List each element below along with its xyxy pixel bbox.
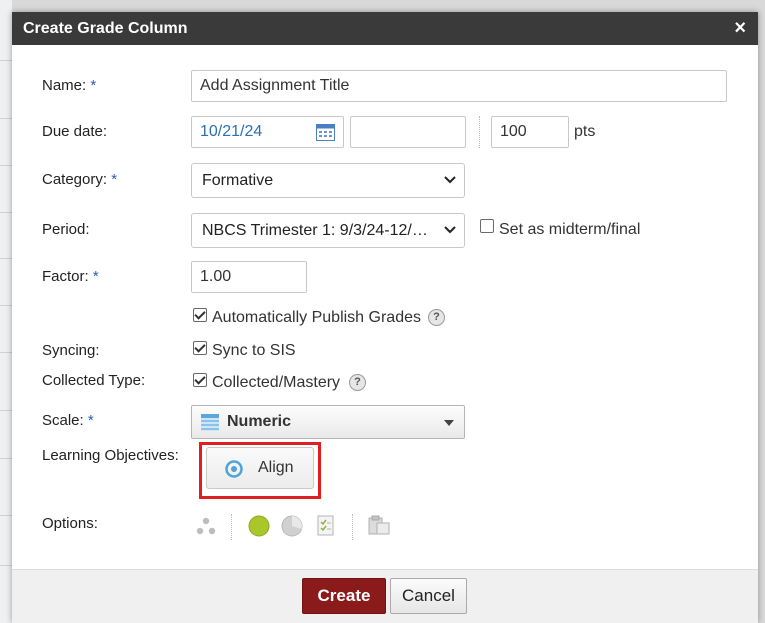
chevron-down-icon xyxy=(444,226,456,234)
create-button[interactable]: Create xyxy=(302,578,386,614)
category-select[interactable]: Formative xyxy=(191,163,465,198)
collected-type-label: Collected Type: xyxy=(42,372,146,389)
midterm-label: Set as midterm/final xyxy=(499,221,641,238)
sync-to-sis-checkbox[interactable] xyxy=(193,341,207,355)
syncing-label: Syncing: xyxy=(42,342,100,359)
create-grade-column-dialog: Create Grade Column × Name: * Add Assign… xyxy=(12,12,758,623)
numeric-scale-icon xyxy=(201,414,219,431)
category-label: Category: * xyxy=(42,171,118,188)
calendar-icon[interactable] xyxy=(316,124,335,141)
sync-to-sis-label: Sync to SIS xyxy=(212,342,296,359)
close-icon[interactable]: × xyxy=(734,17,746,40)
auto-publish-checkbox[interactable] xyxy=(193,308,207,322)
required-star: * xyxy=(87,412,94,429)
help-icon[interactable]: ? xyxy=(428,309,445,326)
due-time-input[interactable] xyxy=(350,116,466,148)
period-label: Period: xyxy=(42,221,90,238)
collected-mastery-label: Collected/Mastery xyxy=(212,374,341,391)
period-select[interactable]: NBCS Trimester 1: 9/3/24-12/2... xyxy=(191,213,465,248)
options-label: Options: xyxy=(42,515,98,532)
dialog-footer: Create Cancel xyxy=(12,569,758,623)
required-star: * xyxy=(111,171,118,188)
due-date-label: Due date: xyxy=(42,123,108,140)
factor-label: Factor: * xyxy=(42,268,99,285)
target-icon xyxy=(225,460,243,478)
cancel-button[interactable]: Cancel xyxy=(390,578,467,614)
points-input[interactable]: 100 xyxy=(491,116,569,148)
scale-selected: Numeric xyxy=(227,413,292,430)
name-input[interactable]: Add Assignment Title xyxy=(191,70,727,102)
separator xyxy=(231,514,232,540)
name-label: Name: * xyxy=(42,77,97,94)
midterm-checkbox[interactable] xyxy=(480,219,494,233)
learning-objectives-label: Learning Objectives: xyxy=(42,447,179,464)
background-page xyxy=(0,0,12,623)
auto-publish-label: Automatically Publish Grades xyxy=(212,309,421,326)
green-circle-icon[interactable] xyxy=(248,515,270,537)
points-unit: pts xyxy=(574,123,596,140)
separator xyxy=(352,514,353,540)
factor-input[interactable]: 1.00 xyxy=(191,261,307,293)
align-button-label: Align xyxy=(258,459,294,476)
dialog-titlebar: Create Grade Column × xyxy=(12,12,758,45)
scale-label: Scale: * xyxy=(42,412,94,429)
collected-mastery-checkbox[interactable] xyxy=(193,373,207,387)
required-star: * xyxy=(90,77,97,94)
pie-chart-icon[interactable] xyxy=(281,515,303,537)
separator xyxy=(479,116,480,148)
align-button[interactable]: Align xyxy=(206,447,314,489)
help-icon[interactable]: ? xyxy=(349,374,366,391)
scale-dropdown[interactable]: Numeric xyxy=(191,405,465,439)
clipboard-icon[interactable] xyxy=(368,515,390,535)
group-icon[interactable] xyxy=(195,516,217,536)
chevron-down-icon xyxy=(444,176,456,184)
caret-down-icon xyxy=(444,420,454,426)
checklist-icon[interactable] xyxy=(317,515,335,536)
due-date-input[interactable]: 10/21/24 xyxy=(191,116,344,148)
required-star: * xyxy=(92,268,99,285)
dialog-title: Create Grade Column xyxy=(23,20,188,37)
